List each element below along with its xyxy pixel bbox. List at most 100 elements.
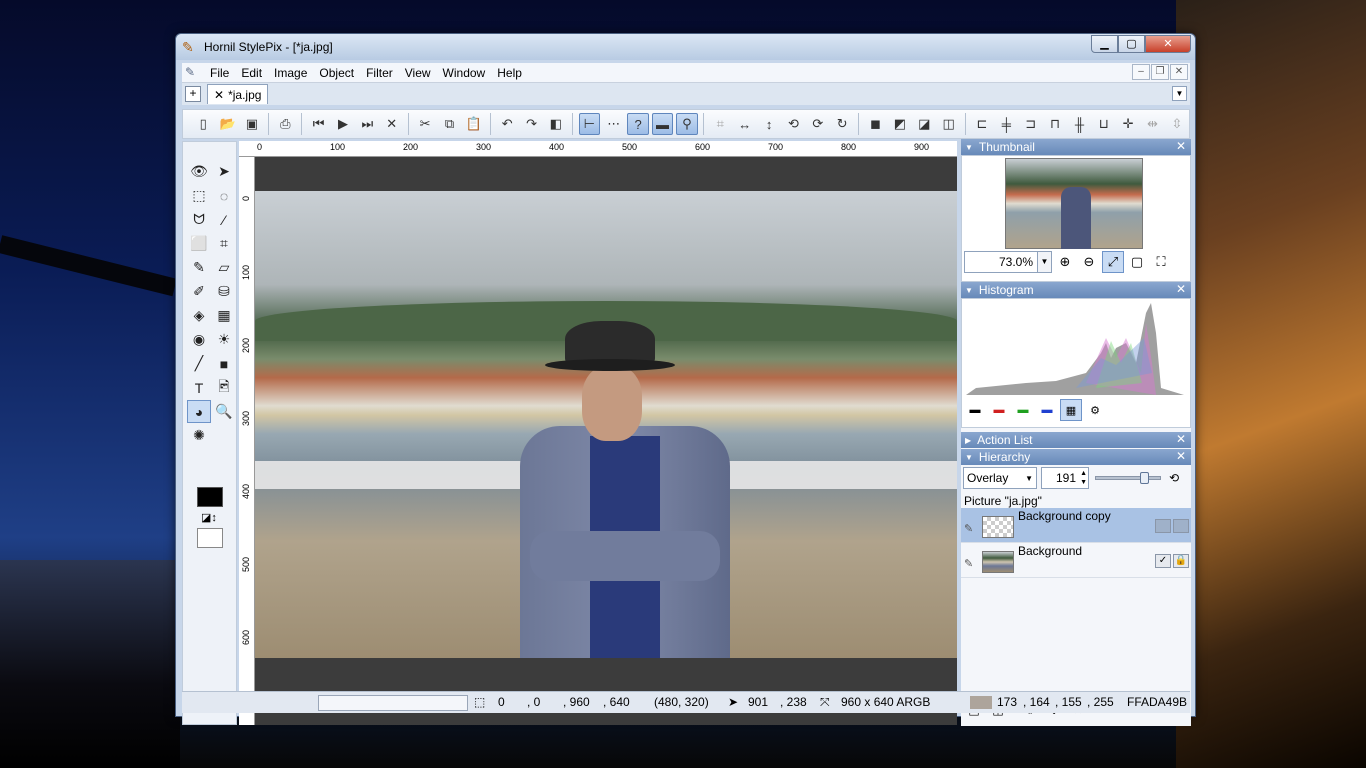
actual-size-icon[interactable]: ▢ bbox=[1126, 251, 1148, 273]
view-eye-tool-icon[interactable]: 👁 bbox=[187, 160, 211, 183]
flip-vertical-icon[interactable]: ↕ bbox=[758, 113, 779, 135]
redo-icon[interactable]: ↷ bbox=[521, 113, 542, 135]
histogram-luminance-icon[interactable]: ▬ bbox=[964, 399, 986, 421]
line-tool-icon[interactable]: ╱ bbox=[187, 352, 211, 375]
doc-close-button[interactable]: ✕ bbox=[1170, 64, 1188, 80]
eraser-tool-icon[interactable]: ▱ bbox=[212, 256, 236, 279]
layer-visibility-check-icon[interactable]: ✓ bbox=[1155, 554, 1171, 568]
action-list-panel-header[interactable]: ▶ Action List ✕ bbox=[961, 432, 1191, 448]
blend-mode-select[interactable]: Overlay ▼ bbox=[963, 467, 1037, 489]
align-both-icon[interactable]: ✛ bbox=[1118, 113, 1139, 135]
gradient-tool-icon[interactable]: ▦ bbox=[212, 304, 236, 327]
maximize-button[interactable]: ▢ bbox=[1118, 35, 1145, 53]
rotate-right-icon[interactable]: ⟳ bbox=[807, 113, 828, 135]
fullscreen-icon[interactable]: ⛶ bbox=[1150, 251, 1172, 273]
menu-filter[interactable]: Filter bbox=[360, 66, 399, 80]
doc-restore-button[interactable]: ❐ bbox=[1151, 64, 1169, 80]
brush-tool-icon[interactable]: ✎ bbox=[187, 256, 211, 279]
histogram-all-channels-icon[interactable]: ▦ bbox=[1060, 399, 1082, 421]
color-picker-tool-icon[interactable]: ◕ bbox=[187, 400, 211, 423]
histogram-red-icon[interactable]: ▬ bbox=[988, 399, 1010, 421]
fill-tool-icon[interactable]: ◈ bbox=[187, 304, 211, 327]
red-eye-tool-icon[interactable]: ◉ bbox=[187, 328, 211, 351]
tab-list-dropdown[interactable]: ▼ bbox=[1172, 86, 1187, 101]
rotate-left-icon[interactable]: ⟲ bbox=[783, 113, 804, 135]
dodge-tool-icon[interactable]: ☀ bbox=[212, 328, 236, 351]
copy-icon[interactable]: ⧉ bbox=[439, 113, 460, 135]
grid-icon[interactable]: ⋯ bbox=[603, 113, 624, 135]
stamp-tool-icon[interactable]: ⛁ bbox=[212, 280, 236, 303]
transform-tool-icon[interactable]: ⬜ bbox=[187, 232, 211, 255]
align-bottom-icon[interactable]: ⊔ bbox=[1093, 113, 1114, 135]
align-right-icon[interactable]: ⊐ bbox=[1020, 113, 1041, 135]
lasso-tool-icon[interactable]: ᗢ bbox=[187, 208, 211, 231]
zoom-tool-icon[interactable]: 🔍 bbox=[212, 400, 236, 423]
paste-icon[interactable]: 📋 bbox=[463, 113, 484, 135]
expand-icon[interactable]: ▶ bbox=[965, 436, 971, 445]
save-icon[interactable]: ▣ bbox=[241, 113, 262, 135]
arrange-front-icon[interactable]: ◼ bbox=[865, 113, 886, 135]
zoom-dropdown[interactable]: ▼ bbox=[1038, 251, 1052, 273]
foreground-color-swatch[interactable] bbox=[197, 487, 223, 507]
menu-help[interactable]: Help bbox=[491, 66, 528, 80]
pointer-tool-icon[interactable]: ➤ bbox=[212, 160, 236, 183]
thumbnail-preview[interactable] bbox=[1005, 158, 1143, 249]
background-color-swatch[interactable] bbox=[197, 528, 223, 548]
snap-icon[interactable]: ⚲ bbox=[676, 113, 698, 135]
first-image-icon[interactable]: ⏮ bbox=[308, 113, 329, 135]
zoom-in-icon[interactable]: ⊕ bbox=[1054, 251, 1076, 273]
canvas-area[interactable]: 0 100 200 300 400 500 600 700 800 900 0 … bbox=[239, 141, 957, 725]
tab-close-icon[interactable]: ✕ bbox=[214, 88, 224, 102]
distribute-horizontal-icon[interactable]: ⇹ bbox=[1142, 113, 1163, 135]
menu-window[interactable]: Window bbox=[437, 66, 492, 80]
align-center-icon[interactable]: ╪ bbox=[996, 113, 1017, 135]
play-icon[interactable]: ▶ bbox=[332, 113, 353, 135]
effects-tool-icon[interactable]: ✺ bbox=[187, 424, 211, 447]
rect-select-tool-icon[interactable]: ⬚ bbox=[187, 184, 211, 207]
image-object-tool-icon[interactable]: 🖻 bbox=[212, 376, 236, 399]
panel-close-icon[interactable]: ✕ bbox=[1176, 139, 1186, 153]
collapse-icon[interactable]: ▼ bbox=[965, 286, 973, 295]
minimize-button[interactable]: ▁ bbox=[1091, 35, 1118, 53]
arrange-forward-icon[interactable]: ◩ bbox=[889, 113, 910, 135]
layer-lock-icon[interactable]: 🔒 bbox=[1173, 554, 1189, 568]
undo-icon[interactable]: ↶ bbox=[497, 113, 518, 135]
canvas-fit-icon[interactable]: ▬ bbox=[651, 113, 674, 135]
crop-icon[interactable]: ⌗ bbox=[710, 113, 731, 135]
histogram-green-icon[interactable]: ▬ bbox=[1012, 399, 1034, 421]
collapse-icon[interactable]: ▼ bbox=[965, 453, 973, 462]
close-button[interactable]: ✕ bbox=[1145, 35, 1191, 53]
align-left-icon[interactable]: ⊏ bbox=[971, 113, 992, 135]
new-file-icon[interactable]: ▯ bbox=[193, 113, 214, 135]
opacity-slider[interactable] bbox=[1095, 472, 1161, 484]
panel-close-icon[interactable]: ✕ bbox=[1176, 432, 1186, 446]
cancel-icon[interactable]: ✕ bbox=[381, 113, 402, 135]
menu-image[interactable]: Image bbox=[268, 66, 313, 80]
layer-row[interactable]: ✎ Background ✓ 🔒 bbox=[961, 543, 1191, 578]
opacity-input[interactable]: 191 ▲ ▼ bbox=[1041, 467, 1089, 489]
panel-close-icon[interactable]: ✕ bbox=[1176, 449, 1186, 463]
collapse-icon[interactable]: ▼ bbox=[965, 143, 973, 152]
opacity-slider-knob[interactable] bbox=[1140, 472, 1149, 484]
menu-object[interactable]: Object bbox=[313, 66, 360, 80]
shape-tool-icon[interactable]: ■ bbox=[212, 352, 236, 375]
zoom-input[interactable]: 73.0% bbox=[964, 251, 1038, 273]
tab-ja-jpg[interactable]: ✕ *ja.jpg bbox=[207, 84, 269, 104]
magic-wand-tool-icon[interactable]: ⁄ bbox=[212, 208, 236, 231]
panel-close-icon[interactable]: ✕ bbox=[1176, 282, 1186, 296]
doc-minimize-button[interactable]: – bbox=[1132, 64, 1150, 80]
help-cursor-icon[interactable]: ? bbox=[627, 113, 649, 135]
title-bar[interactable]: ✎ Hornil StylePix - [*ja.jpg] ▁ ▢ ✕ bbox=[176, 34, 1195, 60]
histogram-settings-icon[interactable]: ⚙ bbox=[1084, 399, 1106, 421]
fit-window-icon[interactable]: ⤢ bbox=[1102, 251, 1124, 273]
document-icon[interactable]: ✎ bbox=[185, 65, 201, 81]
spinner-icon[interactable]: ▲ ▼ bbox=[1080, 469, 1087, 487]
menu-file[interactable]: File bbox=[204, 66, 235, 80]
zoom-out-icon[interactable]: ⊖ bbox=[1078, 251, 1100, 273]
print-icon[interactable]: ⎙ bbox=[275, 113, 296, 135]
thumbnail-panel-header[interactable]: ▼ Thumbnail ✕ bbox=[961, 139, 1191, 155]
cut-icon[interactable]: ✂ bbox=[414, 113, 435, 135]
reset-icon[interactable]: ⟲ bbox=[1169, 471, 1179, 485]
menu-view[interactable]: View bbox=[399, 66, 437, 80]
open-folder-icon[interactable]: 📂 bbox=[217, 113, 238, 135]
